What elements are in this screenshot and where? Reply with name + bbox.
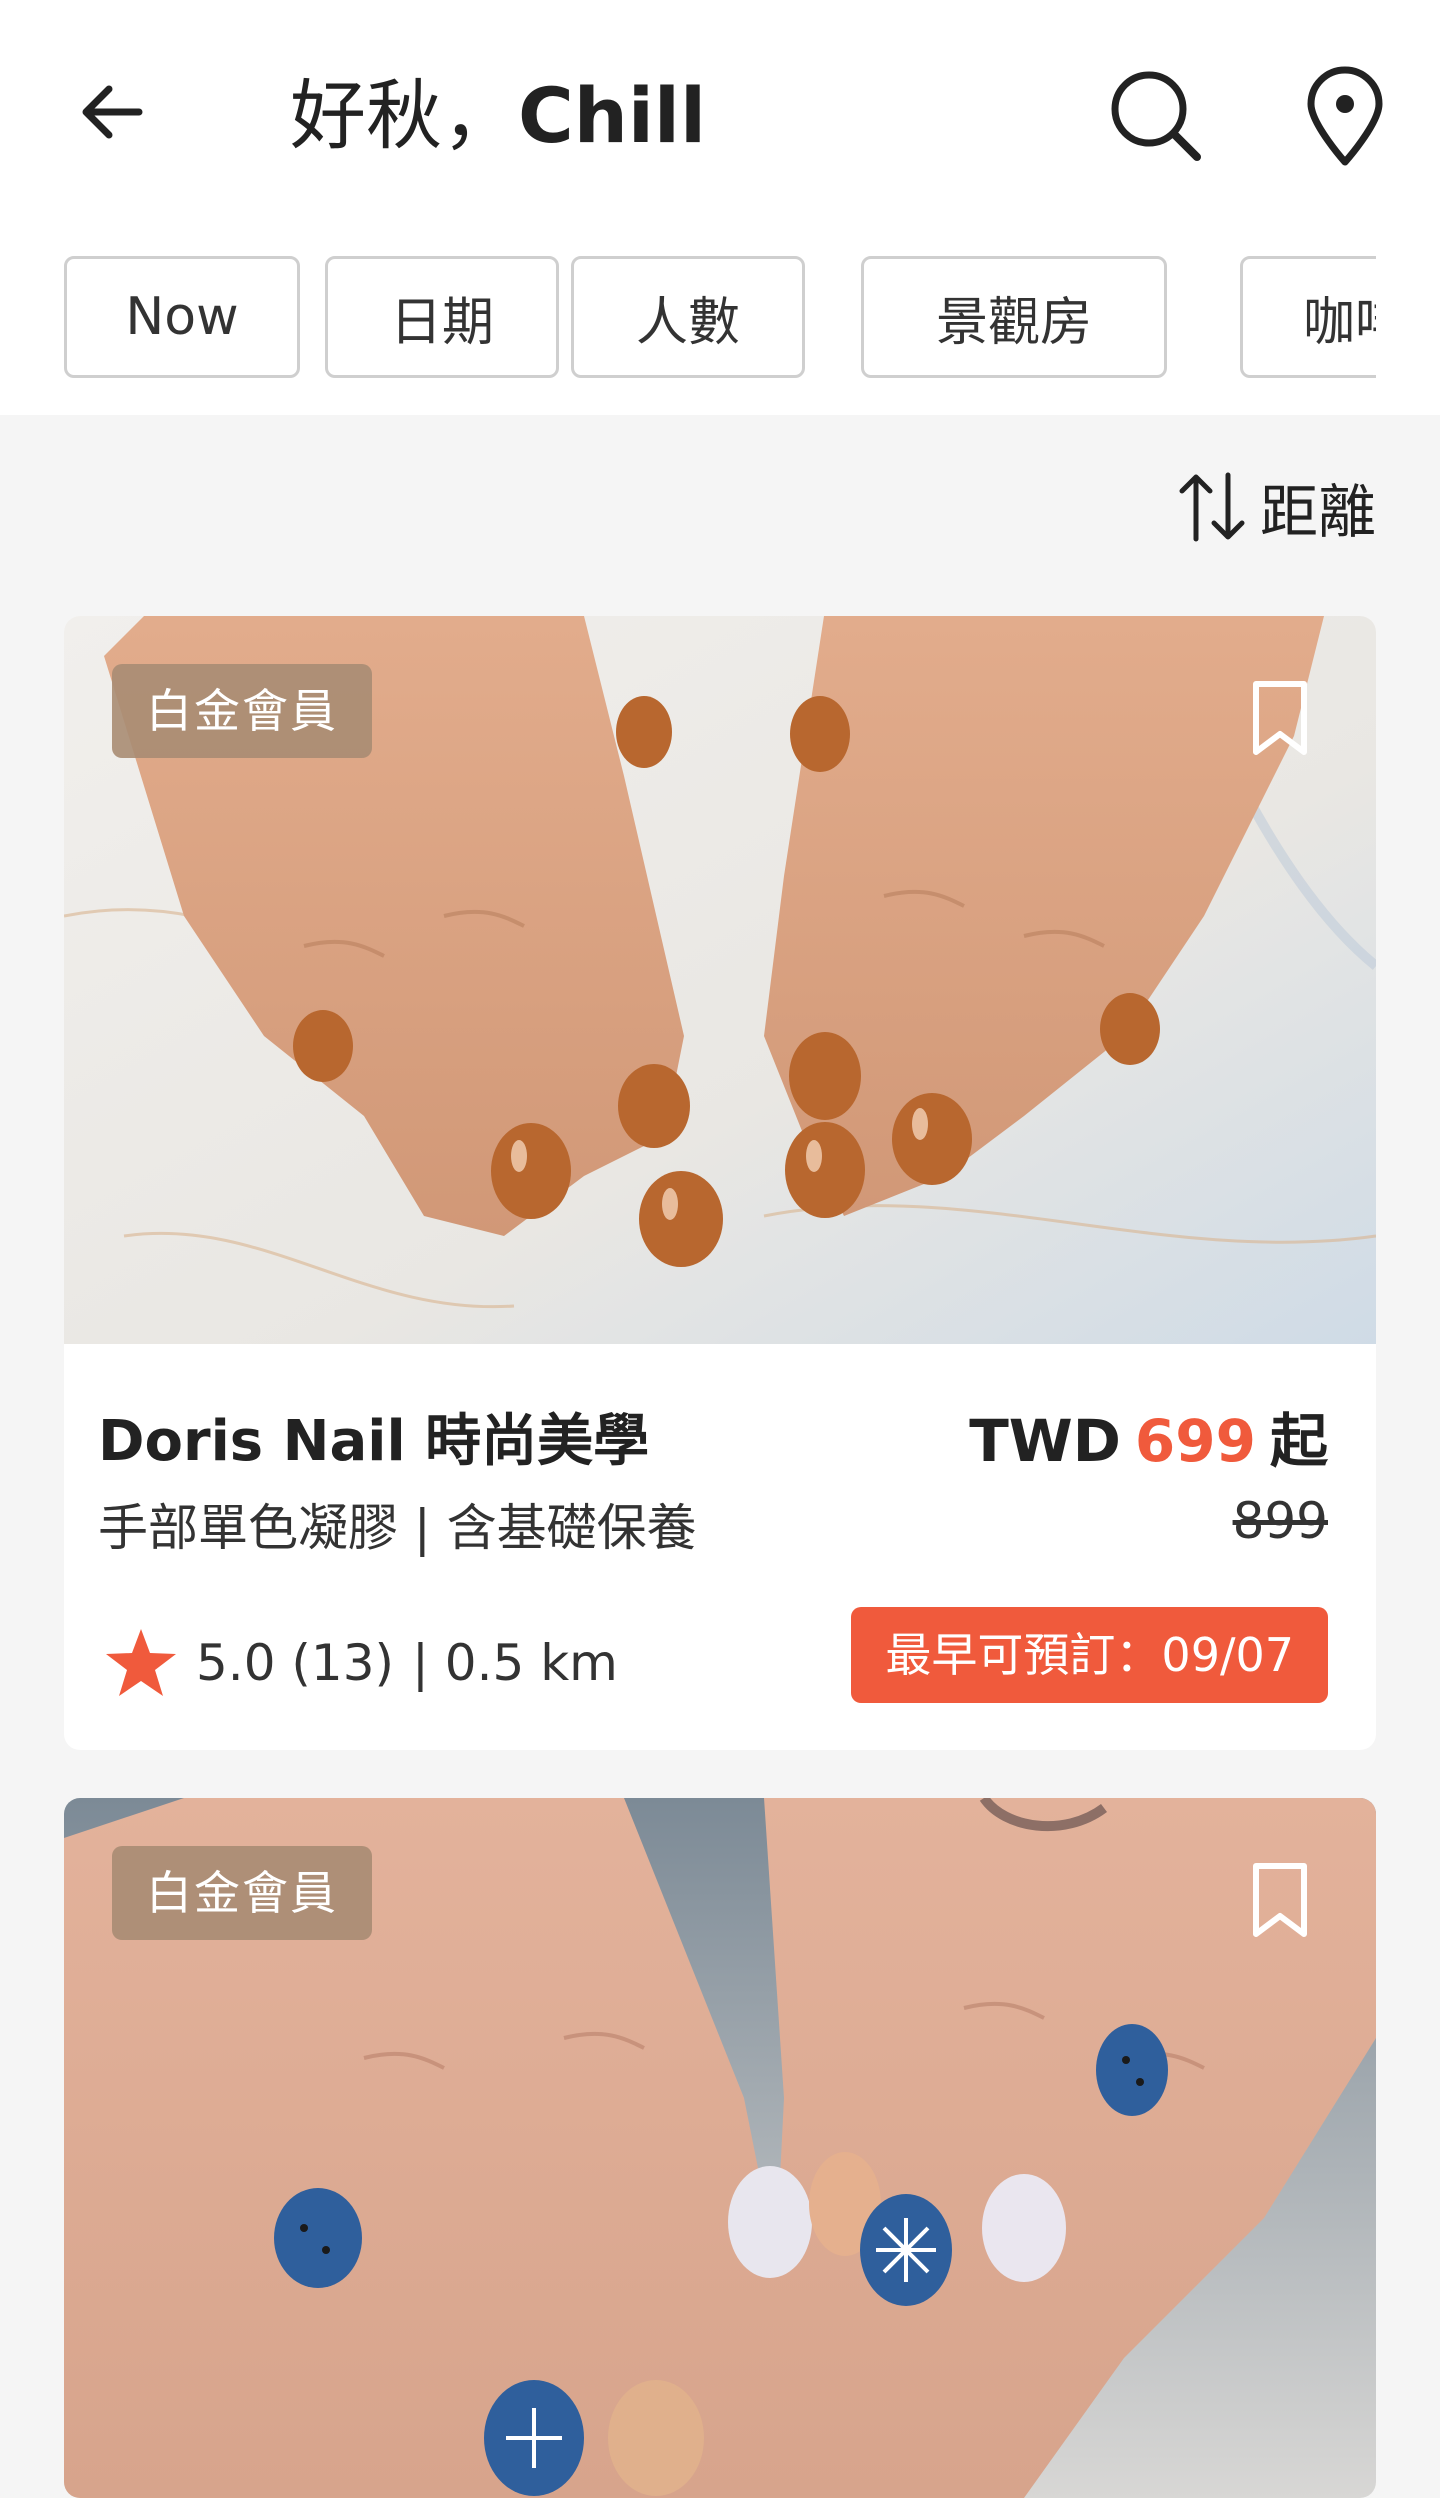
sort-label: 距離 [1259, 478, 1376, 546]
filter-chip-now[interactable]: Now [64, 256, 300, 378]
listing-card[interactable]: 白金會員 Doris Nail 時尚美學 手部單色凝膠 | 含基礎保養 TWD … [64, 616, 1376, 1750]
membership-badge: 白金會員 [112, 664, 372, 758]
bookmark-icon [1253, 681, 1307, 755]
bookmark-icon [1253, 1863, 1307, 1937]
price-amount: 699 [1134, 1407, 1256, 1475]
earliest-booking-button[interactable]: 最早可預訂：09/07 [851, 1607, 1328, 1703]
price: TWD 699 起 [969, 1394, 1328, 1478]
price-suffix: 起 [1269, 1407, 1328, 1475]
price-currency: TWD [969, 1407, 1121, 1475]
filter-chip-row: Now 日期 人數 景觀房 咖啡 [64, 256, 1376, 386]
filter-chip-people[interactable]: 人數 [571, 256, 805, 378]
star-icon [106, 1629, 176, 1696]
back-button[interactable] [72, 72, 152, 152]
search-icon [1111, 71, 1201, 161]
sort-arrows-icon [1179, 472, 1245, 542]
page-title: 好秋，Chill [290, 66, 706, 166]
filter-chip-view-room[interactable]: 景觀房 [861, 256, 1167, 378]
shop-name: Doris Nail 時尚美學 [98, 1409, 650, 1474]
service-description: 手部單色凝膠 | 含基礎保養 [98, 1499, 697, 1557]
sort-by-distance-button[interactable]: 距離 [1174, 462, 1376, 552]
rating-value: 5.0 (13) [196, 1634, 395, 1692]
filter-chip-coffee[interactable]: 咖啡 [1240, 256, 1376, 378]
membership-badge: 白金會員 [112, 1846, 372, 1940]
rating-row: 5.0 (13) | 0.5 km [104, 1618, 618, 1708]
top-header: 好秋，Chill Now 日期 人數 景觀房 咖啡 [0, 0, 1440, 415]
page-title-zh: 好秋， [290, 71, 518, 160]
filter-chip-date[interactable]: 日期 [325, 256, 559, 378]
map-pin-icon [1307, 66, 1383, 166]
distance: | 0.5 km [412, 1634, 618, 1692]
bookmark-button[interactable] [1240, 1854, 1320, 1946]
bookmark-button[interactable] [1240, 672, 1320, 764]
original-price: 899 [1232, 1492, 1328, 1550]
arrow-left-icon [82, 85, 143, 139]
page-title-en: Chill [518, 71, 707, 160]
location-button[interactable] [1290, 58, 1400, 174]
listing-card[interactable]: 白金會員 [64, 1798, 1376, 2498]
search-button[interactable] [1100, 60, 1210, 170]
